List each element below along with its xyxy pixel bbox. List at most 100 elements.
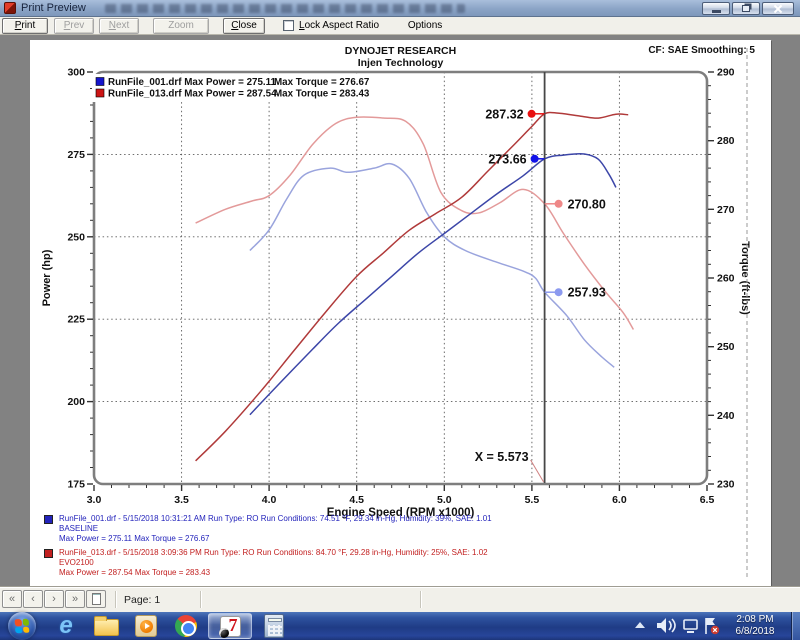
svg-text:Power (hp): Power (hp)	[41, 249, 53, 306]
system-tray: 2:08 PM 6/8/2018	[627, 612, 800, 640]
run1-conditions: RunFile_001.drf - 5/15/2018 10:31:21 AM …	[59, 514, 744, 524]
svg-text:230: 230	[717, 479, 735, 491]
svg-text:6.0: 6.0	[612, 494, 627, 506]
window-titlebar[interactable]: Print Preview	[0, 0, 800, 17]
svg-text:275: 275	[67, 149, 85, 161]
prev-button[interactable]: Prev	[54, 18, 94, 34]
svg-text:Torque (ft-lbs): Torque (ft-lbs)	[739, 241, 751, 315]
run2-color-swatch	[44, 549, 53, 558]
run2-label: EVO2100	[59, 558, 744, 568]
taskbar-item-calculator[interactable]	[254, 612, 294, 640]
next-page-button[interactable]: ›	[44, 590, 64, 608]
run-info-1: RunFile_001.drf - 5/15/2018 10:31:21 AM …	[44, 514, 744, 544]
run1-max-values: Max Power = 275.11 Max Torque = 276.67	[59, 534, 744, 544]
run1-color-swatch	[44, 515, 53, 524]
clock-date: 6/8/2018	[723, 626, 787, 638]
chrome-icon	[175, 615, 197, 637]
run-info-2: RunFile_013.drf - 5/15/2018 3:09:36 PM R…	[44, 548, 744, 578]
app-icon	[4, 2, 16, 14]
close-preview-button[interactable]: Close	[223, 18, 265, 34]
preview-page[interactable]: DYNOJET RESEARCH Injen Technology CF: SA…	[30, 40, 771, 586]
svg-text:290: 290	[717, 67, 735, 79]
tray-icons[interactable]	[627, 614, 723, 638]
background-window-title-ghost	[105, 4, 465, 13]
media-player-icon	[135, 615, 157, 637]
taskbar-item-winpep-active[interactable]: 7	[208, 613, 252, 639]
clock-time: 2:08 PM	[723, 614, 787, 626]
close-window-button[interactable]	[762, 2, 794, 15]
svg-text:257.93: 257.93	[568, 286, 606, 300]
svg-text:300: 300	[67, 67, 85, 79]
next-button[interactable]: Next	[99, 18, 139, 34]
svg-text:Max Torque = 283.43: Max Torque = 283.43	[274, 89, 370, 100]
preview-area: DYNOJET RESEARCH Injen Technology CF: SA…	[0, 35, 800, 586]
print-button[interactable]: Print	[2, 18, 48, 34]
minimize-button[interactable]	[702, 2, 730, 15]
options-button[interactable]: Options	[401, 18, 449, 34]
print-preview-toolbar: Print Prev Next Zoom Out Close Lock Aspe…	[0, 17, 800, 35]
svg-text:240: 240	[717, 410, 735, 422]
svg-text:6.5: 6.5	[700, 494, 715, 506]
svg-text:3.0: 3.0	[87, 494, 102, 506]
restore-icon	[742, 5, 750, 12]
folder-icon	[94, 619, 119, 636]
export-page-button[interactable]	[86, 590, 106, 608]
windows-flag-icon	[15, 619, 30, 634]
page-number-label: Page: 1	[124, 594, 160, 606]
zoom-out-button[interactable]: Zoom Out	[153, 18, 209, 34]
taskbar-item-internet-explorer[interactable]: e	[46, 612, 86, 640]
taskbar-clock[interactable]: 2:08 PM 6/8/2018	[723, 614, 787, 638]
svg-text:280: 280	[717, 135, 735, 147]
svg-text:X = 5.573: X = 5.573	[475, 450, 529, 464]
svg-text:4.5: 4.5	[349, 494, 364, 506]
dyno-chart: 3.03.54.04.55.05.56.06.51752002252502753…	[30, 40, 771, 586]
statusbar-separator	[115, 591, 116, 608]
svg-text:175: 175	[67, 479, 85, 491]
svg-text:Max Torque = 276.67: Max Torque = 276.67	[274, 77, 370, 88]
taskbar-item-explorer[interactable]	[86, 612, 126, 640]
statusbar: « ‹ › » Page: 1	[0, 586, 800, 612]
statusbar-separator	[200, 591, 201, 608]
run2-max-values: Max Power = 287.54 Max Torque = 283.43	[59, 568, 744, 578]
svg-text:RunFile_013.drf Max Power = 28: RunFile_013.drf Max Power = 287.54	[108, 89, 277, 100]
action-center-flag-icon	[706, 618, 719, 634]
svg-text:200: 200	[67, 396, 85, 408]
lock-aspect-ratio-label: Lock Aspect Ratio	[299, 20, 379, 31]
show-desktop-button[interactable]	[791, 612, 800, 640]
lock-aspect-ratio-checkbox[interactable]	[283, 20, 294, 31]
first-page-button[interactable]: «	[2, 590, 22, 608]
svg-text:4.0: 4.0	[262, 494, 277, 506]
restore-button[interactable]	[732, 2, 760, 15]
statusbar-separator	[420, 591, 421, 608]
desktop: Print Preview Print Prev Next Zoom Out C…	[0, 0, 800, 640]
hidden-icons-arrow-icon	[635, 622, 645, 628]
prev-page-button[interactable]: ‹	[23, 590, 43, 608]
soccer-ball-icon	[219, 628, 229, 638]
run2-conditions: RunFile_013.drf - 5/15/2018 3:09:36 PM R…	[59, 548, 744, 558]
taskbar-item-media-player[interactable]	[126, 612, 166, 640]
svg-text:250: 250	[717, 341, 735, 353]
internet-explorer-icon: e	[59, 614, 72, 638]
svg-text:287.32: 287.32	[485, 107, 523, 121]
network-icon	[684, 620, 697, 633]
window-title: Print Preview	[21, 2, 86, 14]
calculator-icon	[264, 614, 284, 638]
svg-text:270.80: 270.80	[568, 197, 606, 211]
svg-text:5.5: 5.5	[525, 494, 540, 506]
svg-text:RunFile_001.drf Max Power = 27: RunFile_001.drf Max Power = 275.11	[108, 77, 277, 88]
svg-text:250: 250	[67, 231, 85, 243]
volume-icon	[657, 618, 675, 633]
svg-text:260: 260	[717, 273, 735, 285]
last-page-button[interactable]: »	[65, 590, 85, 608]
close-icon	[773, 4, 783, 14]
taskbar: e 7	[0, 612, 800, 640]
svg-text:225: 225	[67, 314, 85, 326]
run1-label: BASELINE	[59, 524, 744, 534]
run-info-block: RunFile_001.drf - 5/15/2018 10:31:21 AM …	[44, 514, 744, 582]
winpep7-icon: 7	[220, 616, 241, 637]
svg-text:270: 270	[717, 204, 735, 216]
start-button[interactable]	[8, 612, 36, 640]
svg-text:3.5: 3.5	[174, 494, 189, 506]
svg-text:273.66: 273.66	[488, 152, 526, 166]
taskbar-item-chrome[interactable]	[166, 612, 206, 640]
